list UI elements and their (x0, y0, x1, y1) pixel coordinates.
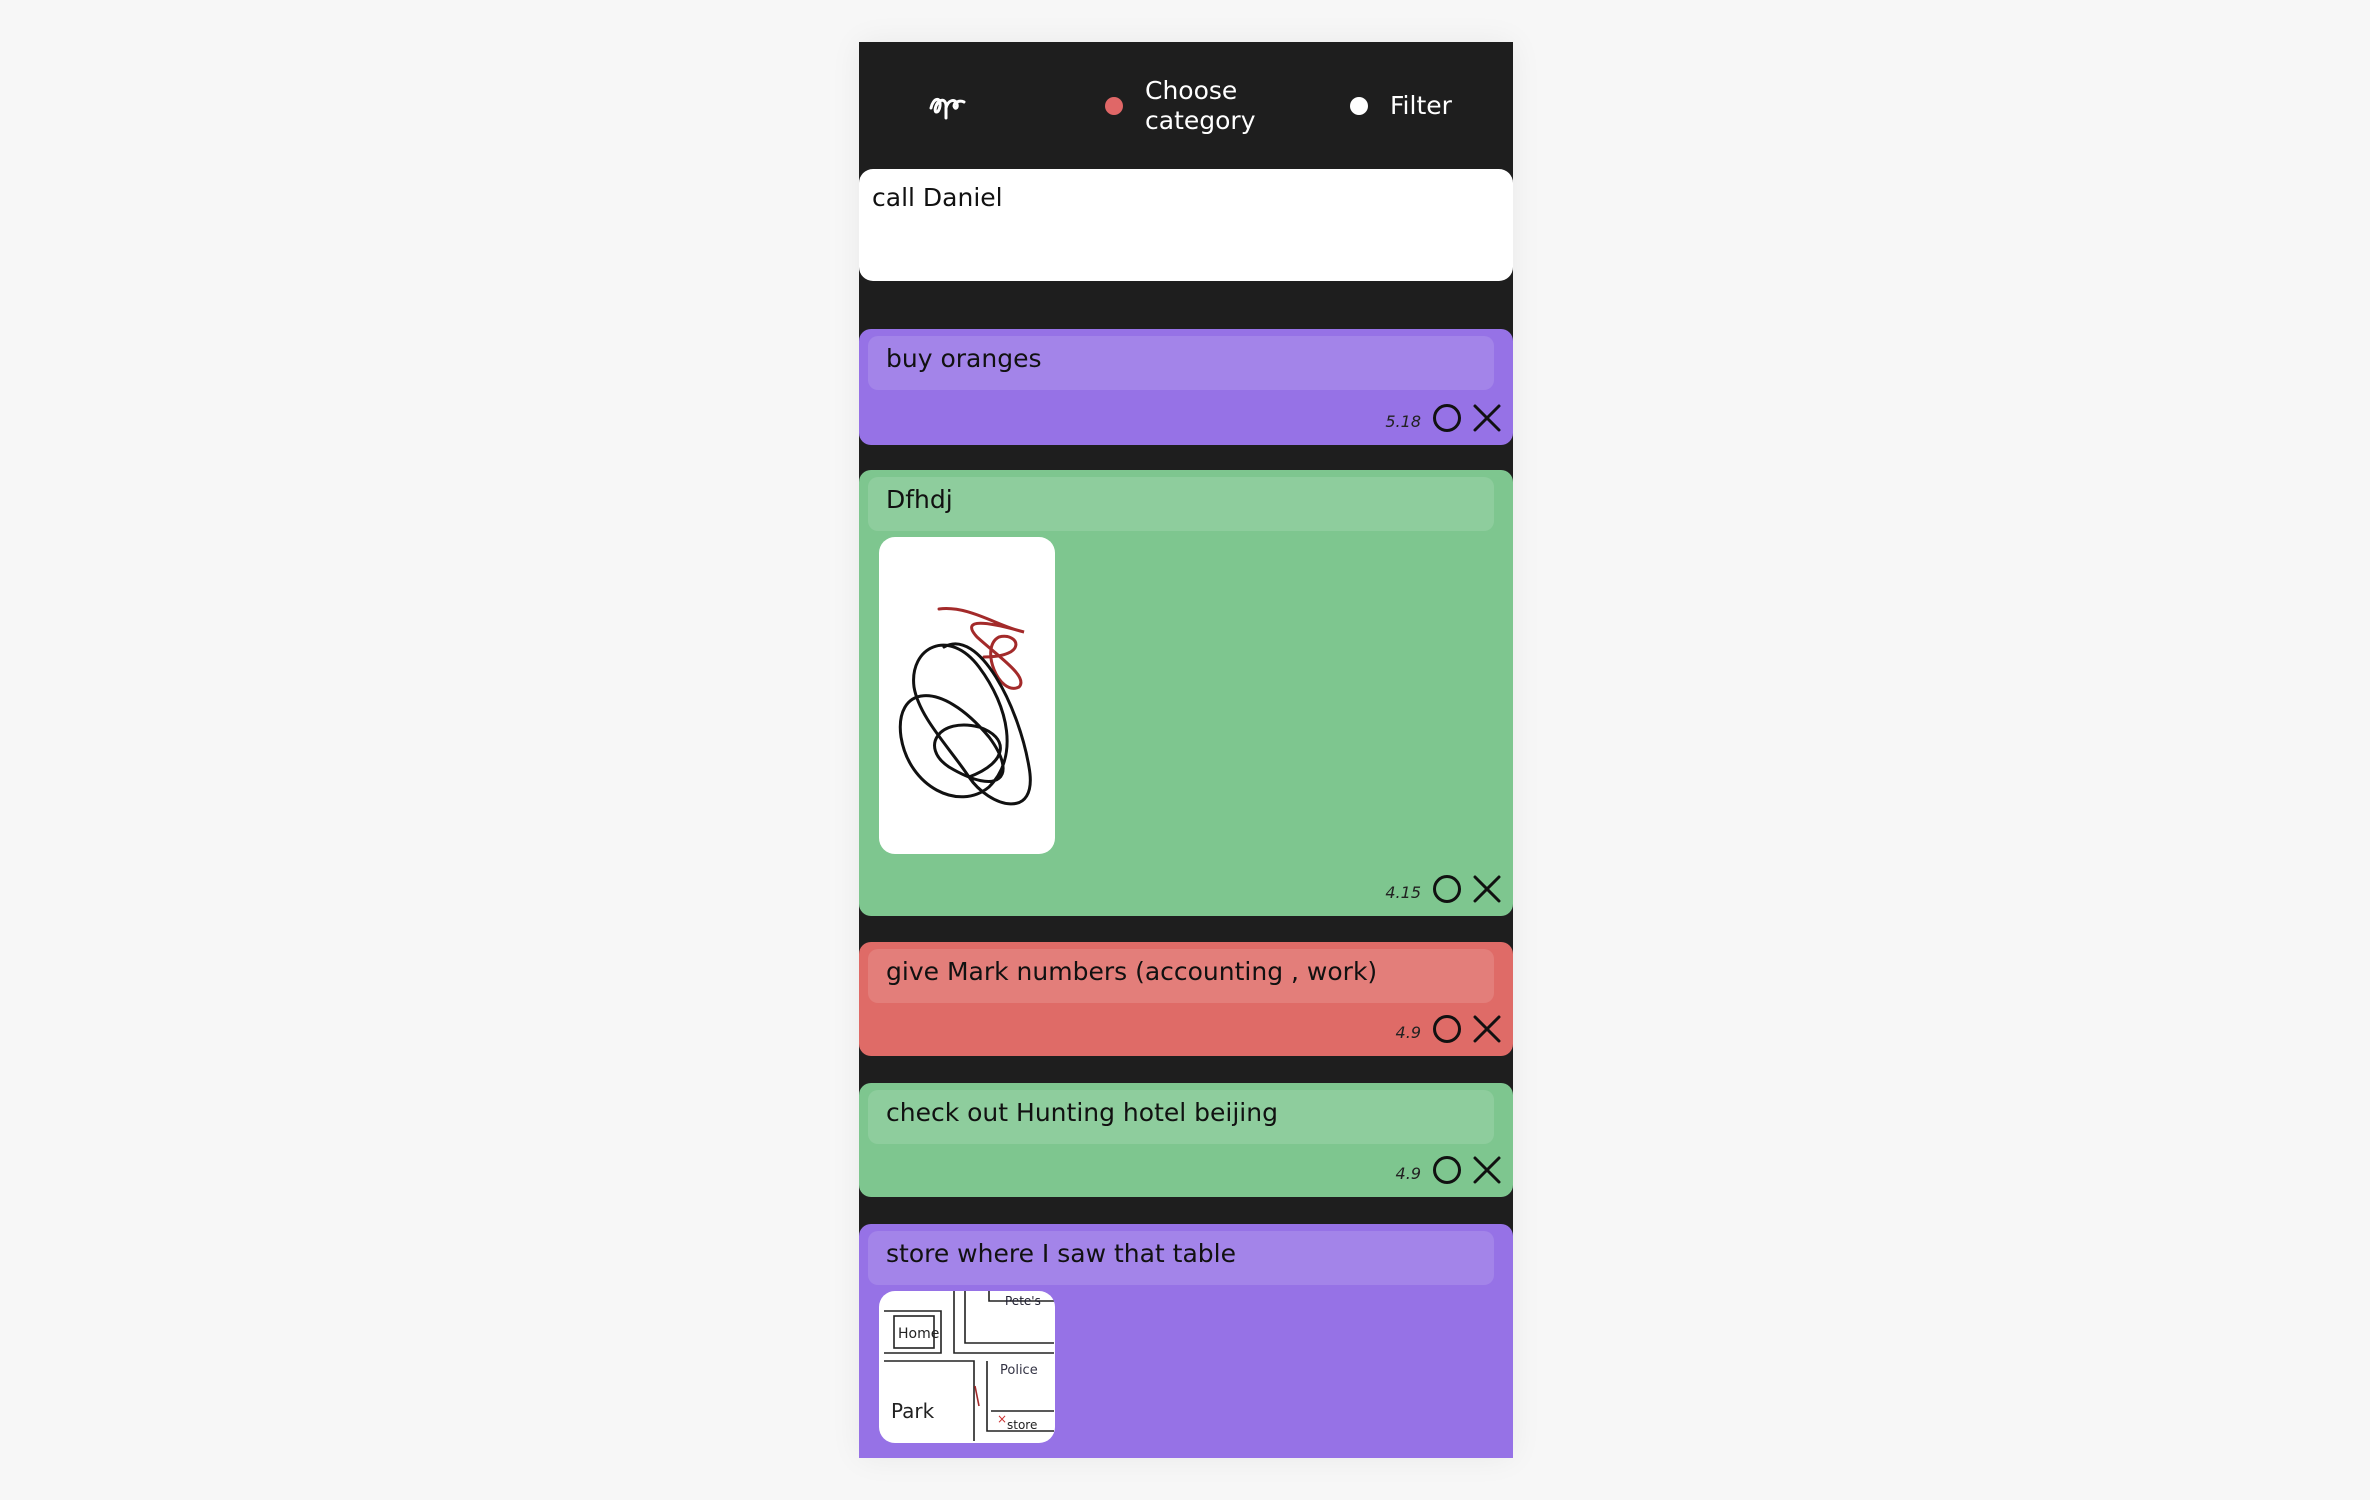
choose-category-label: Choose category (1145, 76, 1256, 135)
close-icon[interactable] (1472, 1155, 1502, 1185)
note-card[interactable]: check out Hunting hotel beijing 4.9 (859, 1083, 1513, 1197)
note-date: 4.15 (1385, 882, 1421, 902)
close-icon[interactable] (1472, 874, 1502, 904)
note-card[interactable]: give Mark numbers (accounting , work) 4.… (859, 942, 1513, 1056)
circle-complete-icon[interactable] (1432, 1014, 1462, 1044)
filter-label: Filter (1390, 91, 1452, 120)
note-card[interactable]: Dfhdj 4.15 (859, 470, 1513, 916)
map-label-home: Home (898, 1326, 939, 1342)
category-color-dot (1105, 97, 1123, 115)
note-date: 4.9 (1395, 1163, 1421, 1183)
note-card[interactable]: buy oranges 5.18 (859, 329, 1513, 445)
close-icon[interactable] (1472, 403, 1502, 433)
note-footer: 4.9 (1396, 1153, 1502, 1187)
new-note-input[interactable] (859, 169, 1513, 281)
map-label-police: Police (1000, 1363, 1038, 1378)
note-title[interactable]: store where I saw that table (868, 1231, 1494, 1285)
circle-complete-icon[interactable] (1432, 874, 1462, 904)
filter-button[interactable]: Filter (1350, 86, 1452, 126)
note-date: 5.18 (1385, 411, 1421, 431)
circle-complete-icon[interactable] (1432, 1155, 1462, 1185)
map-label-park: Park (891, 1399, 935, 1423)
close-icon[interactable] (1472, 1014, 1502, 1044)
filter-dot (1350, 97, 1368, 115)
note-title[interactable]: give Mark numbers (accounting , work) (868, 949, 1494, 1003)
note-card[interactable]: store where I saw that table Home Pete's… (859, 1224, 1513, 1458)
note-footer: 4.9 (1396, 1012, 1502, 1046)
note-footer: 5.18 (1385, 401, 1502, 435)
map-attachment[interactable]: Home Pete's Police Park store × (879, 1291, 1055, 1443)
map-label-petes: Pete's (1005, 1294, 1041, 1308)
circle-complete-icon[interactable] (1432, 403, 1462, 433)
scribble-drawing-image (898, 607, 1032, 806)
store-marker-icon: × (997, 1412, 1007, 1426)
app-header: Choose category Filter (859, 42, 1513, 169)
note-footer: 4.15 (1385, 872, 1502, 906)
drawing-attachment[interactable] (879, 537, 1055, 854)
map-label-store: store (1007, 1418, 1037, 1432)
scribble-logo-icon[interactable] (927, 88, 967, 124)
note-date: 4.9 (1395, 1022, 1421, 1042)
note-title[interactable]: Dfhdj (868, 477, 1494, 531)
app-screen: Choose category Filter buy oranges 5.18 … (859, 42, 1513, 1458)
note-title[interactable]: buy oranges (868, 336, 1494, 390)
note-title[interactable]: check out Hunting hotel beijing (868, 1090, 1494, 1144)
choose-category-button[interactable]: Choose category (1105, 74, 1260, 138)
map-sketch-image: Home Pete's Police Park store × (884, 1291, 1054, 1441)
